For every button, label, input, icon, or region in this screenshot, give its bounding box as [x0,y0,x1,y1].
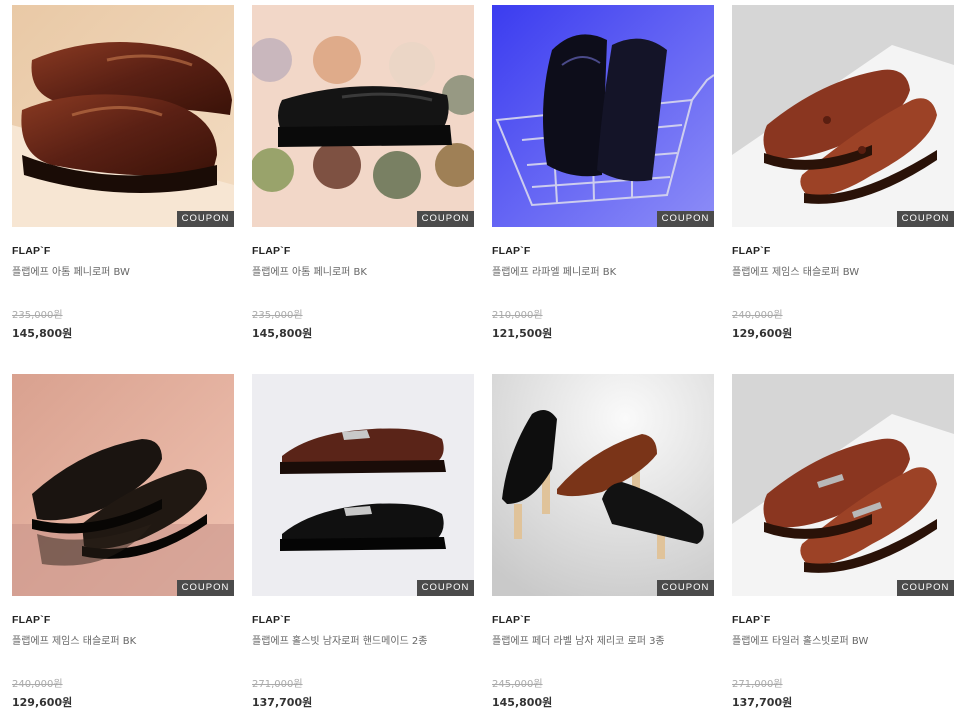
product-card[interactable]: COUPON FLAP`F 플랩에프 제임스 태슬로퍼 BK 240,000원 … [12,374,234,709]
product-brand: FLAP`F [252,245,291,257]
three-loafers-on-wood-stands [492,374,714,596]
sale-price: 145,800원 [252,327,313,340]
product-brand: FLAP`F [492,614,531,626]
product-image[interactable]: COUPON [492,374,714,596]
product-name[interactable]: 플랩에프 라파엘 페니로퍼 BK [492,263,714,278]
product-name[interactable]: 플랩에프 아톰 페니로퍼 BW [12,263,234,278]
product-name[interactable]: 플랩에프 페더 라벨 남자 제리코 로퍼 3종 [492,632,714,647]
coupon-badge[interactable]: COUPON [657,580,714,596]
sale-price: 129,600원 [12,696,73,709]
product-brand: FLAP`F [732,614,771,626]
horsebit-loafers-brown-and-black [252,374,474,596]
product-image[interactable]: COUPON [492,5,714,227]
sale-price: 145,800원 [492,696,553,709]
product-image[interactable]: COUPON [252,374,474,596]
product-brand: FLAP`F [732,245,771,257]
product-brand: FLAP`F [252,614,291,626]
coupon-badge[interactable]: COUPON [417,211,474,227]
coupon-badge[interactable]: COUPON [897,580,954,596]
sale-price: 137,700원 [732,696,793,709]
original-price: 210,000원 [492,310,543,321]
original-price: 240,000원 [12,679,63,690]
coupon-badge[interactable]: COUPON [177,580,234,596]
product-card[interactable]: COUPON FLAP`F 플랩에프 페더 라벨 남자 제리코 로퍼 3종 24… [492,374,714,709]
coupon-badge[interactable]: COUPON [657,211,714,227]
product-name[interactable]: 플랩에프 제임스 태슬로퍼 BW [732,263,954,278]
coupon-badge[interactable]: COUPON [177,211,234,227]
brown-penny-loafers-on-box [12,5,234,227]
original-price: 235,000원 [252,310,303,321]
original-price: 245,000원 [492,679,543,690]
coupon-badge[interactable]: COUPON [417,580,474,596]
sale-price: 121,500원 [492,327,553,340]
product-brand: FLAP`F [492,245,531,257]
black-tassel-loafers-on-mirror [12,374,234,596]
product-card[interactable]: COUPON FLAP`F 플랩에프 아톰 페니로퍼 BW 235,000원 1… [12,5,234,340]
product-name[interactable]: 플랩에프 제임스 태슬로퍼 BK [12,632,234,647]
product-brand: FLAP`F [12,614,51,626]
original-price: 240,000원 [732,310,783,321]
brown-horsebit-loafers [732,374,954,596]
sale-price: 129,600원 [732,327,793,340]
sale-price: 137,700원 [252,696,313,709]
black-loafers-in-shopping-cart [492,5,714,227]
coupon-badge[interactable]: COUPON [897,211,954,227]
product-image[interactable]: COUPON [12,5,234,227]
brown-tassel-loafers [732,5,954,227]
product-image[interactable]: COUPON [732,5,954,227]
product-card[interactable]: COUPON FLAP`F 플랩에프 제임스 태슬로퍼 BW 240,000원 … [732,5,954,340]
sale-price: 145,800원 [12,327,73,340]
product-image[interactable]: COUPON [732,374,954,596]
product-name[interactable]: 플랩에프 아톰 페니로퍼 BK [252,263,474,278]
product-card[interactable]: COUPON FLAP`F 플랩에프 라파엘 페니로퍼 BK 210,000원 … [492,5,714,340]
product-brand: FLAP`F [12,245,51,257]
original-price: 271,000원 [252,679,303,690]
product-card[interactable]: COUPON FLAP`F 플랩에프 아톰 페니로퍼 BK 235,000원 1… [252,5,474,340]
product-name[interactable]: 플랩에프 타일러 홀스빗로퍼 BW [732,632,954,647]
product-card[interactable]: COUPON FLAP`F 플랩에프 홀스빗 남자로퍼 핸드메이드 2종 271… [252,374,474,709]
product-name[interactable]: 플랩에프 홀스빗 남자로퍼 핸드메이드 2종 [252,632,474,647]
original-price: 235,000원 [12,310,63,321]
original-price: 271,000원 [732,679,783,690]
product-image[interactable]: COUPON [12,374,234,596]
black-penny-loafer-with-glasses [252,5,474,227]
product-image[interactable]: COUPON [252,5,474,227]
product-card[interactable]: COUPON FLAP`F 플랩에프 타일러 홀스빗로퍼 BW 271,000원… [732,374,954,709]
product-grid: COUPON FLAP`F 플랩에프 아톰 페니로퍼 BW 235,000원 1… [0,0,962,716]
